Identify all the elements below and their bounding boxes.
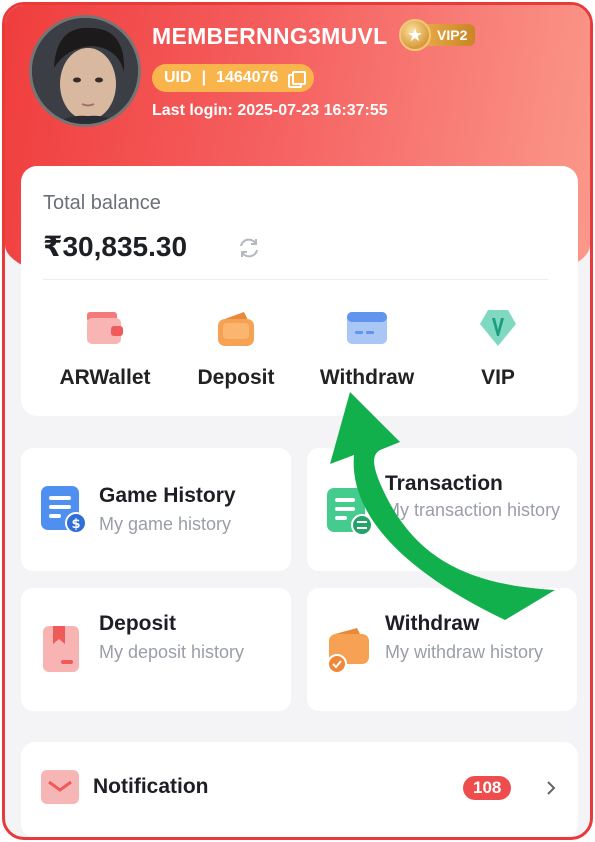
vip-level-label: VIP2	[425, 24, 476, 46]
tile-subtitle: My transaction history	[385, 500, 561, 520]
mail-icon	[41, 770, 79, 804]
svg-text:$: $	[71, 517, 80, 532]
withdraw-card-icon	[345, 306, 389, 350]
uid-separator: |	[201, 69, 207, 86]
wallet-icon	[83, 306, 127, 350]
balance-divider	[43, 279, 548, 280]
refresh-icon[interactable]	[237, 236, 261, 260]
vip-diamond-icon	[476, 306, 520, 350]
notification-count-badge: 108	[463, 776, 512, 800]
app-frame: MEMBERNNG3MUVL ★ VIP2 UID | 1464076 Last…	[2, 2, 593, 840]
tile-subtitle: My game history	[99, 514, 232, 534]
tile-deposit-history[interactable]: Deposit My deposit history	[21, 588, 291, 711]
vip-star-icon: ★	[399, 19, 431, 51]
tile-subtitle: My withdraw history	[385, 642, 544, 662]
quick-action-deposit[interactable]: Deposit	[171, 306, 301, 390]
quick-action-label: ARWallet	[59, 366, 151, 389]
tile-title: Deposit	[99, 612, 177, 635]
chevron-right-icon	[547, 781, 556, 795]
tile-withdraw-history[interactable]: Withdraw My withdraw history	[307, 588, 577, 711]
quick-action-arwallet[interactable]: ARWallet	[40, 306, 170, 390]
quick-action-label: Deposit	[197, 366, 275, 389]
uid-value: 1464076	[216, 69, 279, 86]
quick-action-vip[interactable]: VIP	[433, 306, 563, 390]
vip-badge: ★ VIP2	[399, 19, 476, 51]
username: MEMBERNNG3MUVL	[152, 23, 388, 49]
last-login-text: Last login: 2025-07-23 16:37:55	[152, 102, 388, 119]
withdraw-history-icon	[327, 628, 369, 674]
game-history-icon: $	[41, 486, 87, 534]
tile-title: Transaction	[385, 472, 503, 495]
balance-card: Total balance ₹30,835.30 ARWallet Deposi…	[21, 166, 578, 416]
tile-transaction[interactable]: Transaction My transaction history	[307, 448, 577, 571]
balance-title: Total balance	[43, 192, 161, 214]
tile-title: Game History	[99, 484, 236, 507]
tile-subtitle: My deposit history	[99, 642, 245, 662]
quick-action-label: Withdraw	[319, 366, 415, 389]
deposit-icon	[214, 306, 258, 350]
uid-pill[interactable]: UID | 1464076	[152, 64, 315, 92]
tile-game-history[interactable]: $ Game History My game history	[21, 448, 291, 571]
notification-row[interactable]: Notification 108	[21, 742, 578, 837]
deposit-history-icon	[43, 626, 79, 672]
copy-icon[interactable]	[288, 71, 307, 88]
notification-label: Notification	[93, 775, 209, 798]
balance-amount: ₹30,835.30	[43, 231, 188, 262]
uid-label: UID	[164, 69, 192, 86]
transaction-icon	[327, 488, 373, 536]
quick-action-label: VIP	[481, 366, 515, 389]
avatar[interactable]	[29, 15, 141, 127]
tile-title: Withdraw	[385, 612, 480, 635]
quick-action-withdraw[interactable]: Withdraw	[302, 306, 432, 390]
